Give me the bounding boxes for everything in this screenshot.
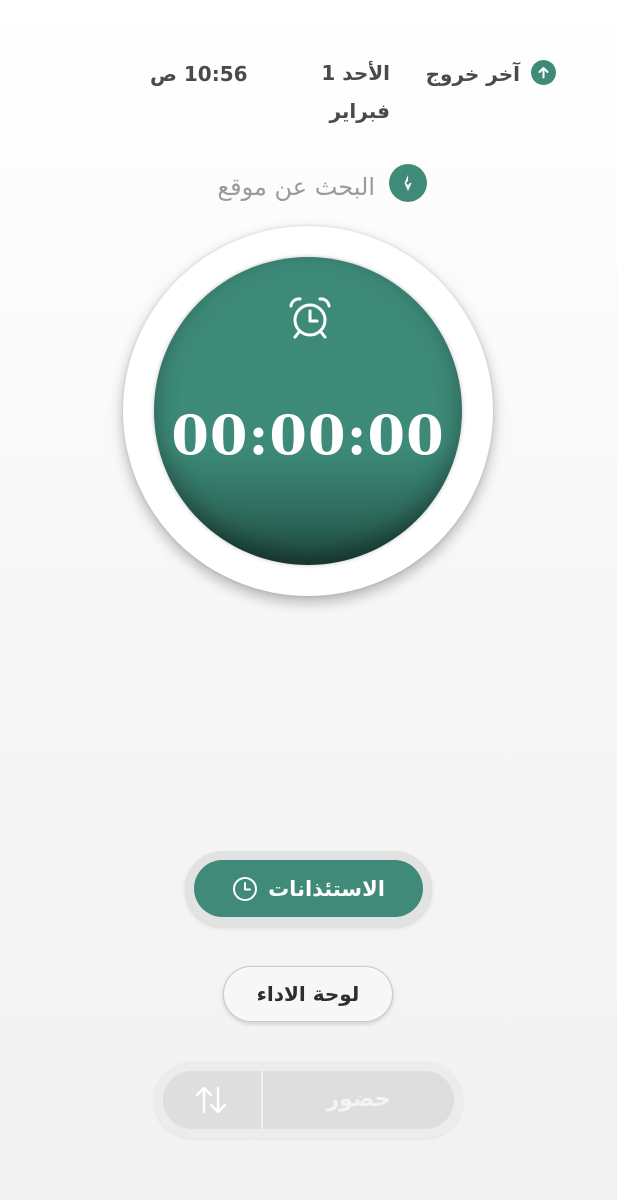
permissions-label: الاستئذانات [268, 876, 385, 901]
permissions-button-frame: الاستئذانات [185, 851, 432, 926]
performance-dashboard-button[interactable]: لوحة الاداء [223, 966, 393, 1022]
alarm-clock-icon [289, 297, 331, 339]
timer-face: 00:00:00 [154, 257, 462, 565]
compass-icon[interactable] [389, 164, 427, 202]
attendance-button[interactable]: حضور [163, 1071, 454, 1129]
swap-vertical-icon [195, 1086, 227, 1114]
last-checkout-label: آخر خروج [425, 62, 520, 86]
performance-dashboard-label: لوحة الاداء [256, 982, 360, 1006]
timer-display: 00:00:00 [171, 403, 445, 467]
permissions-button[interactable]: الاستئذانات [194, 860, 423, 917]
clock-icon [232, 876, 258, 902]
attendance-button-frame: حضور [154, 1062, 463, 1138]
attendance-label: حضور [326, 1087, 391, 1112]
last-checkout-time: 10:56 ص [150, 62, 248, 86]
location-search-link[interactable]: البحث عن موقع [170, 173, 375, 201]
timer-dial: 00:00:00 [123, 226, 493, 596]
last-checkout-date: الأحد 1 فبراير [321, 61, 390, 123]
arrow-up-circle-icon [531, 60, 556, 85]
